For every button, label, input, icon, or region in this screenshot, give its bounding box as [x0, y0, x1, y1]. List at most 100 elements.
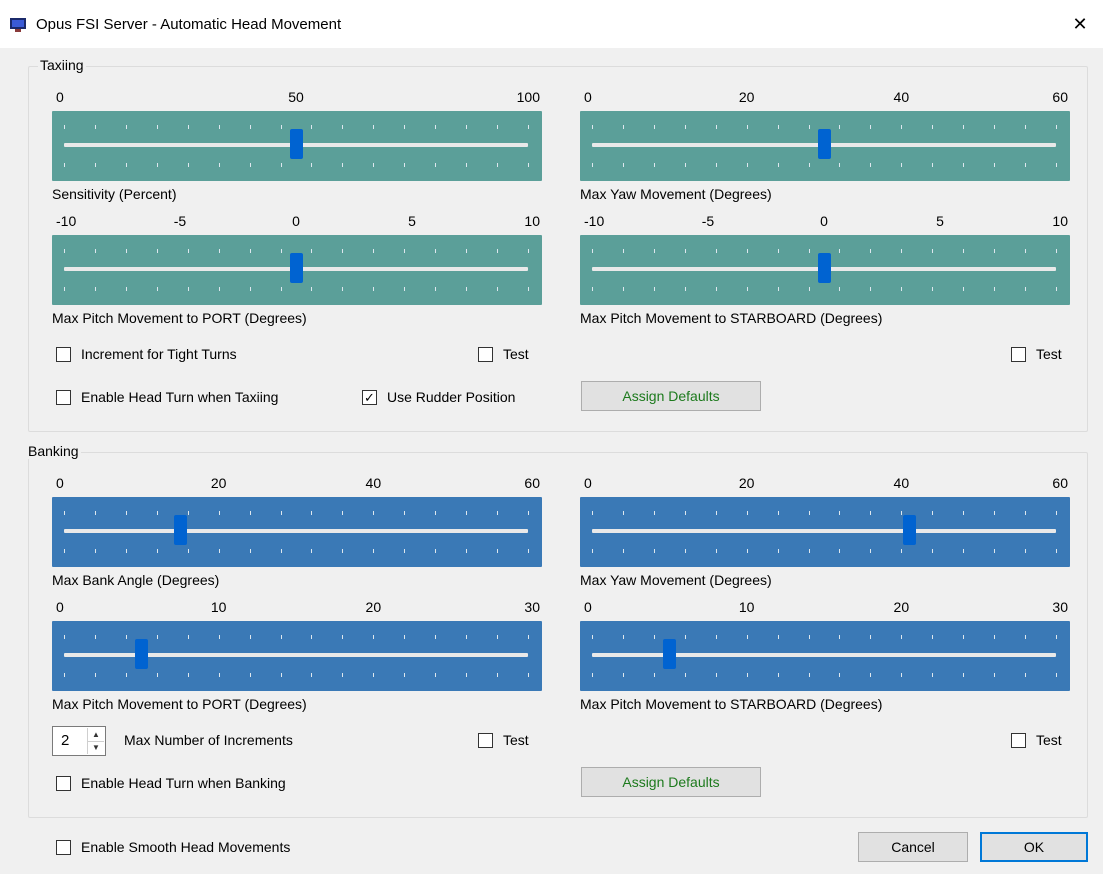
slider-tick-mark — [994, 549, 996, 553]
slider-thumb[interactable] — [134, 639, 148, 669]
slider-tick-mark — [870, 163, 872, 167]
checkbox-label: Enable Head Turn when Banking — [81, 775, 286, 791]
slider-tick-label: 60 — [524, 475, 540, 491]
slider-tick-mark — [684, 163, 686, 167]
slider-rail[interactable] — [592, 529, 1056, 533]
spin-down-icon[interactable]: ▼ — [87, 741, 104, 754]
slider-track-area[interactable] — [580, 497, 1070, 567]
taxi-pitch-starboard-slider[interactable]: -10 -5 0 5 10 Max Pitch Movement to STARBOARD… — [580, 213, 1070, 326]
slider-tick-mark — [777, 287, 779, 291]
use-rudder-position-checkbox[interactable]: ✓ Use Rudder Position — [362, 389, 515, 405]
slider-tick-mark — [994, 249, 996, 253]
slider-tick-mark — [125, 249, 127, 253]
bank-max-yaw-slider[interactable]: 0 20 40 60 Max Yaw Movement (Degrees) — [580, 475, 1070, 588]
slider-tick-mark — [839, 125, 841, 129]
slider-tick-mark — [64, 249, 65, 253]
slider-thumb[interactable] — [817, 129, 831, 159]
taxi-max-yaw-slider[interactable]: 0 20 40 60 Max Yaw Movement (Degrees) — [580, 89, 1070, 202]
slider-rail[interactable] — [592, 653, 1056, 657]
slider-tick-mark — [1025, 163, 1027, 167]
slider-tick-label: 30 — [1052, 599, 1068, 615]
slider-tick-mark — [497, 125, 499, 129]
slider-thumb[interactable] — [817, 253, 831, 283]
bank-test-left-checkbox[interactable]: Test — [478, 732, 529, 748]
taxi-test-right-checkbox[interactable]: Test — [1011, 346, 1062, 362]
checkbox-box[interactable] — [56, 389, 71, 405]
slider-rail[interactable] — [64, 529, 528, 533]
slider-thumb[interactable] — [289, 129, 303, 159]
slider-tick-mark — [808, 249, 810, 253]
taxi-assign-defaults-button[interactable]: Assign Defaults — [581, 381, 761, 411]
slider-tick-mark — [808, 125, 810, 129]
checkmark-icon[interactable]: ✓ — [362, 389, 377, 405]
close-button[interactable]: ✕ — [1057, 0, 1103, 48]
spinner-value[interactable]: 2 — [61, 732, 69, 749]
bank-pitch-port-slider[interactable]: 0 10 20 30 Max Pitch Movement to PORT (Degre… — [52, 599, 542, 712]
slider-tick-mark — [435, 249, 437, 253]
slider-tick-mark — [528, 549, 529, 553]
slider-tick-mark — [373, 287, 375, 291]
slider-tick-mark — [963, 635, 965, 639]
taxi-test-left-checkbox[interactable]: Test — [478, 346, 529, 362]
checkbox-box[interactable] — [56, 775, 71, 791]
cancel-button[interactable]: Cancel — [858, 832, 968, 862]
slider-tick-mark — [311, 635, 313, 639]
enable-smooth-head-movements-checkbox[interactable]: Enable Smooth Head Movements — [56, 839, 290, 855]
slider-tick-label: 20 — [210, 475, 227, 491]
slider-thumb[interactable] — [902, 515, 916, 545]
slider-thumb[interactable] — [289, 253, 303, 283]
bank-assign-defaults-button[interactable]: Assign Defaults — [581, 767, 761, 797]
checkbox-box[interactable] — [56, 346, 71, 362]
slider-tick-mark — [994, 125, 996, 129]
taxi-sensitivity-slider[interactable]: 0 50 100 Sensitivity (Percent) — [52, 89, 542, 202]
slider-tick-labels: 0 20 40 60 — [580, 475, 1070, 493]
slider-tick-mark — [994, 673, 996, 677]
slider-tick-mark — [653, 549, 655, 553]
increment-tight-turns-checkbox[interactable]: Increment for Tight Turns — [56, 346, 237, 362]
slider-tick-mark — [466, 249, 468, 253]
slider-tick-mark — [1025, 635, 1027, 639]
slider-track-area[interactable] — [52, 497, 542, 567]
slider-tick-mark — [592, 635, 593, 639]
slider-track-area[interactable] — [52, 235, 542, 305]
slider-tick-mark — [373, 549, 375, 553]
slider-track-area[interactable] — [580, 621, 1070, 691]
slider-tick-mark — [932, 125, 934, 129]
slider-track-area[interactable] — [52, 111, 542, 181]
slider-tick-mark — [622, 125, 624, 129]
slider-tick-mark — [653, 673, 655, 677]
slider-tick-mark — [777, 549, 779, 553]
slider-track-area[interactable] — [52, 621, 542, 691]
ok-button[interactable]: OK — [980, 832, 1088, 862]
slider-tick-mark — [839, 163, 841, 167]
slider-thumb[interactable] — [662, 639, 676, 669]
spin-up-icon[interactable]: ▲ — [87, 728, 104, 742]
slider-track-area[interactable] — [580, 111, 1070, 181]
slider-tick-mark — [839, 635, 841, 639]
max-increments-spinner[interactable]: 2 ▲ ▼ — [52, 726, 106, 756]
slider-tick-mark — [497, 635, 499, 639]
slider-tick-label: -10 — [56, 213, 77, 229]
slider-thumb[interactable] — [173, 515, 187, 545]
bank-max-angle-slider[interactable]: 0 20 40 60 Max Bank Angle (Degrees) — [52, 475, 542, 588]
checkbox-box[interactable] — [56, 839, 71, 855]
enable-head-turn-banking-checkbox[interactable]: Enable Head Turn when Banking — [56, 775, 286, 791]
app-monitor-icon — [10, 18, 26, 32]
bank-test-right-checkbox[interactable]: Test — [1011, 732, 1062, 748]
checkbox-box[interactable] — [1011, 346, 1026, 362]
slider-track-area[interactable] — [580, 235, 1070, 305]
slider-tick-mark — [870, 249, 872, 253]
slider-tick-mark — [280, 287, 282, 291]
checkbox-box[interactable] — [1011, 732, 1026, 748]
slider-tick-mark — [839, 549, 841, 553]
slider-tick-mark — [1056, 163, 1057, 167]
slider-rail[interactable] — [64, 653, 528, 657]
enable-head-turn-taxiing-checkbox[interactable]: Enable Head Turn when Taxiing — [56, 389, 278, 405]
slider-tick-mark — [1056, 673, 1057, 677]
taxi-pitch-port-slider[interactable]: -10 -5 0 5 10 Max Pitch Movement to PORT (Deg… — [52, 213, 542, 326]
checkbox-box[interactable] — [478, 732, 493, 748]
bank-pitch-starboard-slider[interactable]: 0 10 20 30 Max Pitch Movement to STARBOARD (… — [580, 599, 1070, 712]
slider-tick-mark — [932, 549, 934, 553]
slider-tick-mark — [932, 163, 934, 167]
checkbox-box[interactable] — [478, 346, 493, 362]
